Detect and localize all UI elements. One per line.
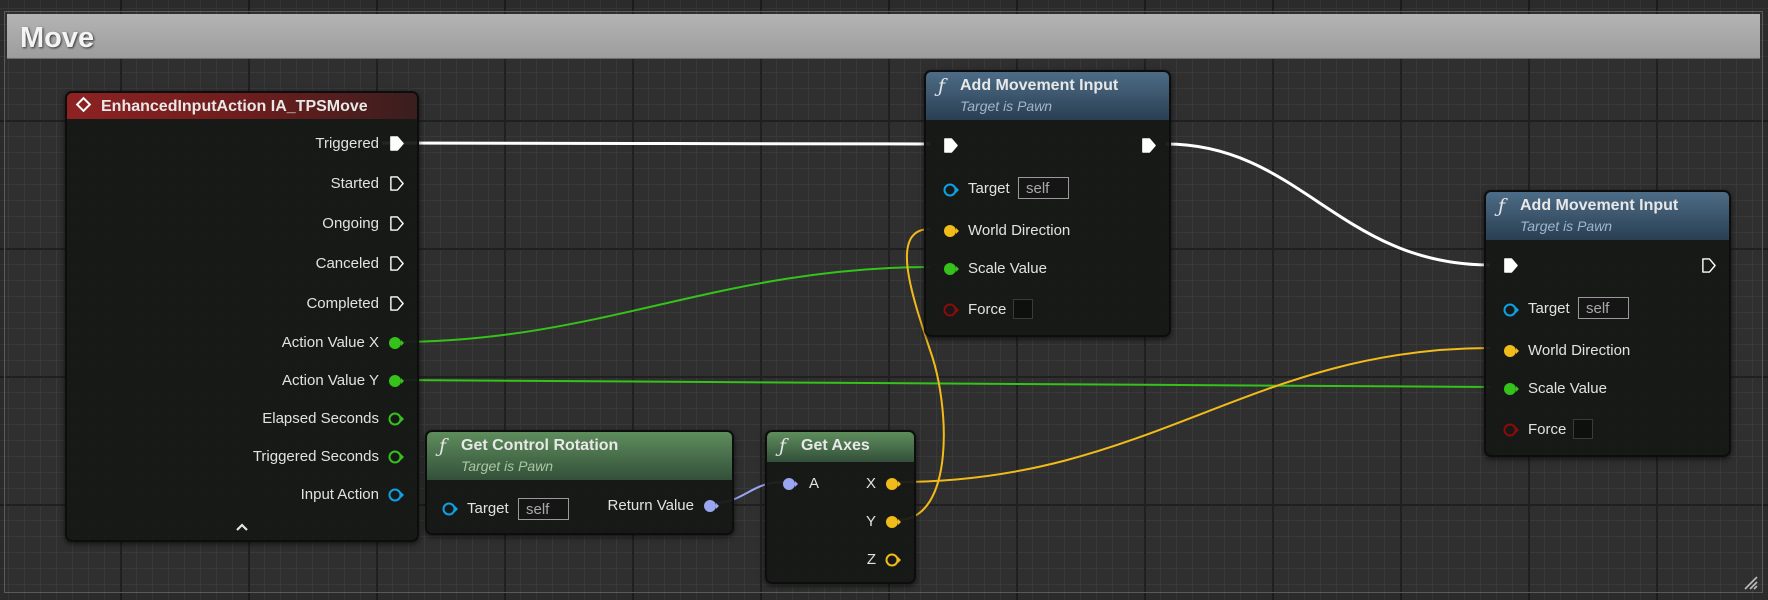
pin-label-a: A — [809, 475, 820, 492]
pin-label-completed: Completed — [306, 295, 379, 312]
exec-pin-triggered[interactable] — [389, 136, 404, 151]
rotator-pin-a[interactable] — [782, 477, 798, 491]
force-checkbox[interactable] — [1013, 299, 1033, 319]
object-pin-target[interactable] — [943, 183, 959, 197]
float-pin-action-value-x[interactable] — [388, 336, 404, 350]
pin-label-x: X — [865, 475, 876, 492]
node-header[interactable]: ƒ Add Movement Input Target is Pawn — [926, 72, 1169, 120]
node-title: Get Axes — [801, 437, 870, 454]
vector-wire-axes-x — [897, 347, 1491, 483]
node-title: EnhancedInputAction IA_TPSMove — [101, 98, 368, 115]
node-title: Get Control Rotation — [461, 437, 619, 454]
float-wire-action-y — [395, 379, 1491, 389]
node-enhanced-input-action[interactable]: EnhancedInputAction IA_TPSMove Triggered… — [65, 91, 419, 542]
function-icon: ƒ — [439, 435, 447, 457]
exec-wire-add-movement — [1165, 142, 1491, 267]
object-pin-target[interactable] — [442, 502, 458, 516]
pin-label-z: Z — [866, 551, 876, 568]
pin-label-action-value-x: Action Value X — [281, 334, 379, 351]
pin-label-target: Target — [467, 500, 509, 517]
exec-wire-triggered — [381, 141, 931, 146]
vector-pin-x[interactable] — [885, 477, 901, 491]
node-get-axes[interactable]: ƒ Get Axes A X Y Z — [765, 430, 916, 584]
exec-pin-out[interactable] — [1141, 138, 1156, 153]
exec-pin-started[interactable] — [389, 176, 404, 191]
pin-label-force: Force — [968, 301, 1007, 318]
pin-label-started: Started — [330, 175, 379, 192]
pin-label-scale-value: Scale Value — [1528, 380, 1607, 397]
exec-pin-in[interactable] — [1503, 258, 1518, 273]
node-header[interactable]: ƒ Get Control Rotation Target is Pawn — [427, 432, 732, 480]
exec-pin-out[interactable] — [1701, 258, 1716, 273]
pin-label-target: Target — [968, 180, 1010, 197]
node-add-movement-input-2[interactable]: ƒ Add Movement Input Target is Pawn Targ… — [1484, 190, 1731, 457]
pin-label-elapsed-seconds: Elapsed Seconds — [262, 410, 379, 427]
resize-grip-icon[interactable] — [1742, 574, 1758, 590]
node-get-control-rotation[interactable]: ƒ Get Control Rotation Target is Pawn Ta… — [425, 430, 734, 535]
vector-pin-world-direction[interactable] — [1503, 344, 1519, 358]
pin-label-force: Force — [1528, 421, 1567, 438]
function-icon: ƒ — [1498, 195, 1506, 217]
function-icon: ƒ — [938, 75, 946, 97]
pin-label-target: Target — [1528, 300, 1570, 317]
object-pin-input-action[interactable] — [388, 488, 404, 502]
object-pin-target[interactable] — [1503, 303, 1519, 317]
float-wire-action-x — [395, 266, 931, 343]
target-input[interactable]: self — [518, 498, 569, 520]
pin-label-action-value-y: Action Value Y — [281, 372, 379, 389]
float-pin-action-value-y[interactable] — [388, 374, 404, 388]
target-input[interactable]: self — [1578, 297, 1629, 319]
pin-label-y: Y — [865, 513, 876, 530]
blueprint-graph-canvas[interactable]: Move EnhancedInputAction IA_TPSMove Trig… — [0, 0, 1768, 600]
pin-label-return-value: Return Value — [607, 497, 694, 514]
float-pin-scale-value[interactable] — [943, 262, 959, 276]
pin-label-scale-value: Scale Value — [968, 260, 1047, 277]
pin-label-triggered-seconds: Triggered Seconds — [252, 448, 379, 465]
node-title: Add Movement Input — [960, 77, 1119, 94]
exec-pin-completed[interactable] — [389, 296, 404, 311]
force-checkbox[interactable] — [1573, 419, 1593, 439]
vector-pin-y[interactable] — [885, 515, 901, 529]
collapse-chevron-icon[interactable] — [235, 522, 249, 532]
float-pin-triggered-seconds[interactable] — [388, 450, 404, 464]
pin-label-canceled: Canceled — [315, 255, 379, 272]
node-add-movement-input-1[interactable]: ƒ Add Movement Input Target is Pawn Targ… — [924, 70, 1171, 337]
vector-pin-z[interactable] — [885, 553, 901, 567]
node-subtitle: Target is Pawn — [960, 98, 1053, 114]
node-title: Add Movement Input — [1520, 197, 1679, 214]
node-header[interactable]: ƒ Get Axes — [767, 432, 914, 462]
pin-label-ongoing: Ongoing — [322, 215, 379, 232]
exec-pin-canceled[interactable] — [389, 256, 404, 271]
pin-label-input-action: Input Action — [300, 486, 379, 503]
bool-pin-force[interactable] — [943, 303, 959, 317]
node-header[interactable]: ƒ Add Movement Input Target is Pawn — [1486, 192, 1729, 240]
pin-label-world-direction: World Direction — [968, 222, 1071, 239]
float-pin-elapsed-seconds[interactable] — [388, 412, 404, 426]
function-icon: ƒ — [779, 435, 787, 457]
float-pin-scale-value[interactable] — [1503, 382, 1519, 396]
rotator-pin-return-value[interactable] — [703, 499, 719, 513]
bool-pin-force[interactable] — [1503, 423, 1519, 437]
pin-label-world-direction: World Direction — [1528, 342, 1631, 359]
node-header[interactable]: EnhancedInputAction IA_TPSMove — [67, 93, 417, 119]
exec-pin-in[interactable] — [943, 138, 958, 153]
node-subtitle: Target is Pawn — [1520, 218, 1613, 234]
target-input[interactable]: self — [1018, 177, 1069, 199]
pin-label-triggered: Triggered — [315, 135, 379, 152]
node-subtitle: Target is Pawn — [461, 458, 554, 474]
vector-pin-world-direction[interactable] — [943, 224, 959, 238]
event-icon — [75, 96, 92, 113]
exec-pin-ongoing[interactable] — [389, 216, 404, 231]
